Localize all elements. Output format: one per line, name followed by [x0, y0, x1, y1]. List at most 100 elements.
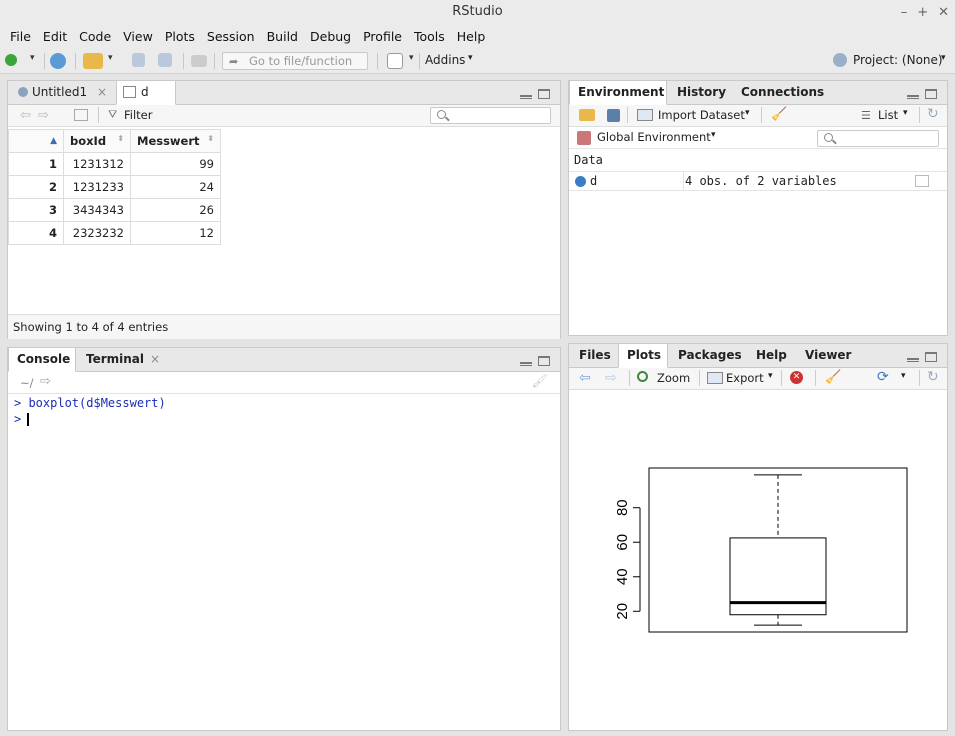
filter-button[interactable]: Filter — [124, 108, 152, 122]
menu-plots[interactable]: Plots — [159, 29, 201, 44]
pane-controls — [520, 89, 550, 99]
tab-history[interactable]: History — [669, 81, 734, 105]
chevron-down-icon[interactable]: ▾ — [108, 53, 113, 63]
minimize-pane-icon[interactable] — [520, 362, 532, 366]
menu-edit[interactable]: Edit — [37, 29, 73, 44]
zoom-button[interactable]: Zoom — [657, 371, 690, 385]
chevron-down-icon[interactable]: ▾ — [903, 108, 908, 118]
box-elements — [729, 474, 827, 626]
remove-plot-icon[interactable]: ✕ — [790, 371, 803, 384]
close-tab-icon[interactable]: × — [97, 85, 107, 99]
maximize-pane-icon[interactable] — [538, 356, 550, 366]
print-icon[interactable] — [191, 55, 207, 67]
addins-menu[interactable]: Addins — [425, 53, 465, 67]
tab-files[interactable]: Files — [571, 344, 619, 368]
close-tab-icon[interactable]: × — [150, 352, 160, 366]
minimize-pane-icon[interactable] — [907, 358, 919, 362]
view-mode-button[interactable]: List — [878, 108, 898, 122]
tab-environment[interactable]: Environment — [569, 81, 667, 105]
popout-icon[interactable] — [74, 109, 88, 121]
row-sort-header[interactable]: ▲ — [8, 129, 64, 153]
forward-arrow-icon[interactable]: ⇨ — [38, 108, 49, 123]
tab-untitled1[interactable]: Untitled1 × — [10, 81, 115, 105]
tab-plots[interactable]: Plots — [618, 344, 668, 368]
save-all-icon[interactable] — [158, 53, 172, 67]
refresh-icon[interactable]: ↻ — [927, 369, 939, 385]
tab-packages[interactable]: Packages — [670, 344, 750, 368]
row-number: 1 — [8, 152, 64, 176]
pane-controls — [907, 352, 937, 362]
menu-profile[interactable]: Profile — [357, 29, 408, 44]
maximize-icon[interactable]: + — [917, 5, 928, 20]
close-icon[interactable]: ✕ — [938, 5, 949, 20]
broom-icon[interactable]: 🧹 — [825, 370, 841, 385]
tab-label: d — [141, 85, 149, 99]
menu-tools[interactable]: Tools — [408, 29, 451, 44]
console-path-bar: ~/ ⇨ 🖌 — [8, 372, 560, 394]
goto-directory-icon[interactable]: ⇨ — [40, 374, 51, 389]
back-arrow-icon[interactable]: ⇦ — [20, 108, 31, 123]
menu-help[interactable]: Help — [451, 29, 492, 44]
table-row: 4 2323232 12 — [8, 221, 221, 245]
console-output[interactable]: > boxplot(d$Messwert) > — [14, 395, 166, 427]
open-folder-icon[interactable] — [83, 53, 103, 69]
publish-icon[interactable]: ⟳ — [877, 369, 889, 385]
menu-session[interactable]: Session — [201, 29, 261, 44]
export-button[interactable]: Export — [726, 371, 764, 385]
row-number: 3 — [8, 198, 64, 222]
minimize-pane-icon[interactable] — [520, 95, 532, 99]
refresh-icon[interactable]: ↻ — [927, 106, 939, 122]
chevron-down-icon[interactable]: ▾ — [711, 130, 716, 140]
env-search-input[interactable] — [817, 130, 939, 147]
tab-console[interactable]: Console — [8, 348, 76, 372]
main-toolbar: ▾ ▾ Go to file/function ➦ ▾ Addins ▾ Pro… — [0, 48, 955, 74]
chevron-down-icon[interactable]: ▾ — [468, 53, 473, 63]
scope-dropdown[interactable]: Global Environment — [597, 130, 711, 144]
tab-terminal[interactable]: Terminal × — [78, 348, 168, 372]
import-dataset-button[interactable]: Import Dataset — [658, 108, 745, 122]
minimize-pane-icon[interactable] — [907, 95, 919, 99]
menu-build[interactable]: Build — [261, 29, 304, 44]
menu-code[interactable]: Code — [73, 29, 117, 44]
load-workspace-icon[interactable] — [579, 109, 595, 121]
chevron-down-icon[interactable]: ▾ — [745, 108, 750, 118]
tab-help[interactable]: Help — [748, 344, 795, 368]
text-cursor — [27, 413, 29, 426]
next-plot-icon[interactable]: ⇨ — [605, 370, 617, 386]
chevron-down-icon[interactable]: ▾ — [30, 53, 35, 63]
previous-plot-icon[interactable]: ⇦ — [579, 370, 591, 386]
expand-icon[interactable] — [575, 176, 586, 187]
tab-connections[interactable]: Connections — [733, 81, 832, 105]
working-directory: ~/ — [20, 376, 34, 390]
new-project-icon[interactable] — [50, 53, 66, 69]
data-search-input[interactable] — [430, 107, 551, 124]
project-menu[interactable]: Project: (None) — [853, 53, 943, 67]
grid-layout-icon[interactable] — [387, 53, 403, 69]
chevron-down-icon[interactable]: ▾ — [941, 53, 946, 63]
broom-icon[interactable]: 🧹 — [771, 107, 787, 122]
maximize-pane-icon[interactable] — [925, 89, 937, 99]
save-icon[interactable] — [132, 53, 145, 67]
minimize-icon[interactable]: – — [901, 5, 908, 20]
save-workspace-icon[interactable] — [607, 109, 620, 122]
new-file-icon[interactable] — [5, 54, 17, 66]
pane-controls — [907, 89, 937, 99]
console-prompt-line[interactable]: > — [14, 411, 166, 427]
chevron-down-icon[interactable]: ▾ — [768, 371, 773, 381]
maximize-pane-icon[interactable] — [538, 89, 550, 99]
view-data-icon[interactable] — [915, 175, 929, 187]
chevron-down-icon[interactable]: ▾ — [901, 371, 906, 381]
menu-file[interactable]: File — [4, 29, 37, 44]
menu-debug[interactable]: Debug — [304, 29, 357, 44]
env-variable-row[interactable]: d 4 obs. of 2 variables — [569, 171, 947, 191]
goto-file-input[interactable]: Go to file/function — [222, 52, 368, 70]
tab-d[interactable]: d × — [116, 81, 176, 122]
cell-messwert: 99 — [130, 152, 221, 176]
maximize-pane-icon[interactable] — [925, 352, 937, 362]
menu-view[interactable]: View — [117, 29, 159, 44]
tab-viewer[interactable]: Viewer — [797, 344, 859, 368]
chevron-down-icon[interactable]: ▾ — [409, 53, 414, 63]
col-header-boxid[interactable]: boxId ⬍ — [63, 129, 131, 153]
clear-console-icon[interactable]: 🖌 — [531, 374, 548, 389]
col-header-messwert[interactable]: Messwert ⬍ — [130, 129, 221, 153]
